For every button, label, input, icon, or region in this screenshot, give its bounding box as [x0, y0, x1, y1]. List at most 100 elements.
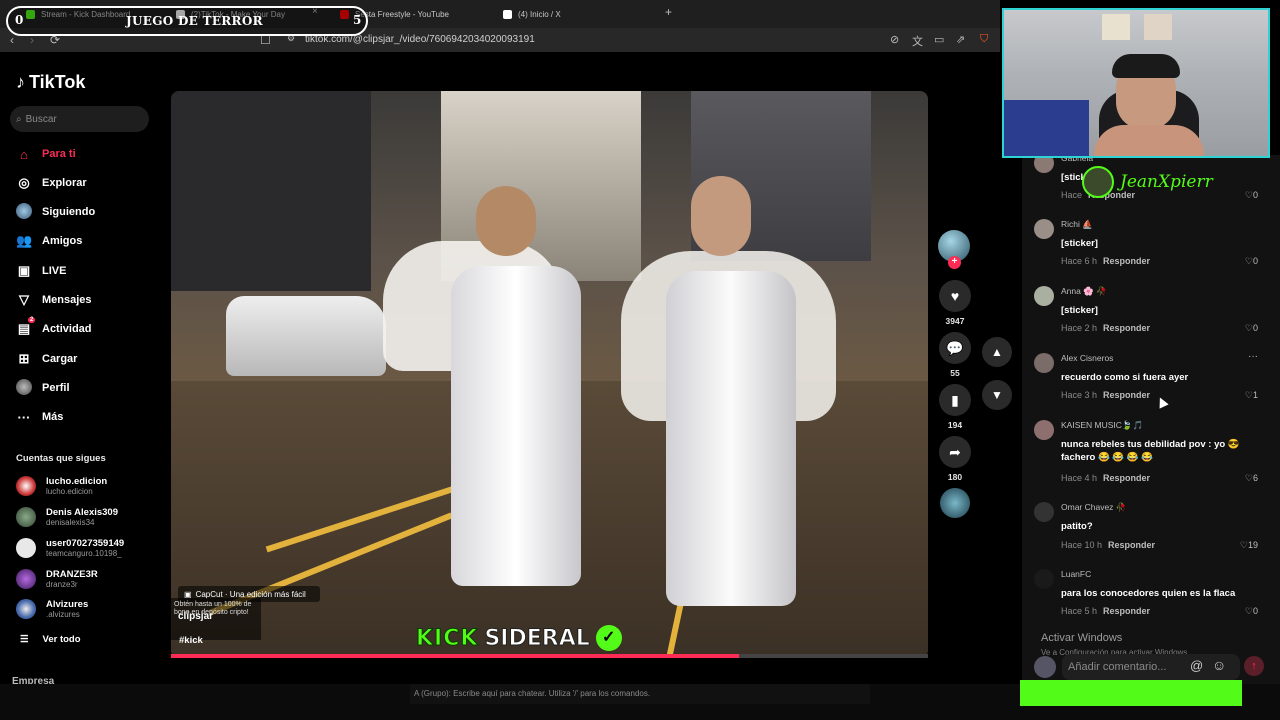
send-comment-button[interactable]: ↑: [1244, 656, 1264, 676]
account-username: lucho.edicion: [46, 487, 93, 496]
nav-label: LIVE: [42, 265, 67, 277]
avatar[interactable]: [1034, 353, 1054, 373]
brave-shield-icon[interactable]: ⛉: [980, 33, 988, 46]
nav-explorar[interactable]: ◎ Explorar: [16, 174, 86, 192]
tiktok-logo[interactable]: ♪ TikTok: [16, 72, 85, 93]
streamer-name: JeanXpierr: [1120, 172, 1213, 192]
nav-mensajes[interactable]: ▽ Mensajes: [16, 291, 92, 309]
video-hashtag[interactable]: #kick: [179, 635, 203, 646]
game-score-overlay: 0 JUEGO DE TERROR 5: [6, 6, 368, 36]
reply-button[interactable]: Responder: [1103, 256, 1150, 266]
stream-chat-input[interactable]: A (Grupo): Escribe aquí para chatear. Ut…: [410, 684, 870, 704]
verified-check-icon: ✓: [595, 625, 622, 651]
tab-x[interactable]: (4) Inicio / X: [503, 4, 561, 24]
avatar[interactable]: [1034, 420, 1054, 440]
comment-user[interactable]: KAISEN MUSIC🍃🎵: [1061, 420, 1143, 431]
nav-label: Siguiendo: [42, 206, 96, 218]
nav-siguiendo[interactable]: Siguiendo: [16, 202, 96, 221]
like-count: 3947: [945, 316, 965, 326]
video-progress-fill[interactable]: [171, 654, 739, 658]
nav-mas[interactable]: ··· Más: [16, 408, 64, 426]
heart-outline-icon[interactable]: ♡: [1245, 323, 1253, 333]
mention-icon[interactable]: @: [1190, 658, 1203, 673]
reply-button[interactable]: Responder: [1108, 540, 1155, 550]
messages-icon: ▽: [19, 292, 29, 307]
previous-video-button[interactable]: ▲: [982, 337, 1012, 367]
reply-button[interactable]: Responder: [1103, 606, 1150, 616]
cast-icon[interactable]: ▭: [934, 33, 944, 46]
share-page-icon[interactable]: ⇗: [956, 33, 965, 46]
follow-plus-icon[interactable]: +: [948, 256, 961, 269]
heart-outline-icon[interactable]: ♡: [1245, 606, 1253, 616]
following-account[interactable]: Denis Alexis309 denisalexis34: [16, 507, 118, 527]
nav-live[interactable]: ▣ LIVE: [16, 262, 67, 280]
bookmark-icon[interactable]: ▮: [939, 384, 971, 416]
account-name: user07027359149: [46, 538, 125, 549]
reply-button[interactable]: Responder: [1103, 390, 1150, 400]
heart-outline-icon[interactable]: ♡: [1245, 256, 1253, 266]
nav-amigos[interactable]: 👥 Amigos: [16, 232, 82, 250]
nav-label: Actividad: [42, 323, 92, 335]
sound-disc-icon[interactable]: [940, 488, 970, 518]
avatar[interactable]: [1034, 286, 1054, 306]
emoji-icon[interactable]: ☺: [1212, 657, 1226, 673]
avatar: [16, 599, 36, 619]
nav-actividad[interactable]: ▤ 2 Actividad: [16, 317, 92, 338]
streamer-name-tag: JeanXpierr: [1082, 166, 1213, 198]
video-author[interactable]: clipsjar: [178, 611, 213, 622]
nav-label: Amigos: [42, 235, 83, 247]
next-video-button[interactable]: ▼: [982, 380, 1012, 410]
account-username: dranze3r: [46, 580, 78, 589]
building-left: [171, 91, 371, 291]
list-icon: ☰: [20, 634, 29, 645]
see-all-button[interactable]: ☰ Ver todo: [20, 634, 81, 645]
tab-label: (4) Inicio / X: [518, 9, 561, 19]
avatar[interactable]: [1034, 502, 1054, 522]
comment-user[interactable]: Omar Chavez 🥀: [1061, 502, 1126, 513]
stream-overlay-banner: [1020, 680, 1242, 706]
like-action[interactable]: ♥ 3947: [938, 280, 972, 326]
streamer-avatar-icon: [1082, 166, 1114, 198]
comment-icon[interactable]: 💬: [939, 332, 971, 364]
nav-perfil[interactable]: Perfil: [16, 378, 70, 397]
comment-action[interactable]: 💬 55: [938, 332, 972, 378]
comment-user[interactable]: LuanFC: [1061, 569, 1091, 579]
share-icon[interactable]: ➦: [939, 436, 971, 468]
heart-icon[interactable]: ♥: [939, 280, 971, 312]
avatar[interactable]: [1034, 219, 1054, 239]
following-account[interactable]: DRANZE3R dranze3r: [16, 569, 98, 589]
tab-label: Sesta Freestyle - YouTube: [355, 9, 449, 19]
translate-icon[interactable]: 文: [912, 33, 923, 49]
new-tab-button[interactable]: +: [665, 5, 672, 19]
nav-para-ti[interactable]: ⌂ Para ti: [16, 145, 76, 163]
heart-outline-icon[interactable]: ♡: [1240, 540, 1248, 550]
heart-outline-icon[interactable]: ♡: [1245, 390, 1253, 400]
heart-outline-icon[interactable]: ♡: [1245, 190, 1253, 200]
compass-icon: ◎: [18, 175, 30, 190]
comment-user[interactable]: Alex Cisneros: [1061, 353, 1113, 363]
comment-time: Hace 5 h: [1061, 606, 1098, 616]
back-icon[interactable]: ‹: [10, 33, 14, 47]
video-player[interactable]: [171, 91, 928, 658]
nav-cargar[interactable]: ⊞ Cargar: [16, 350, 78, 368]
like-count: 1: [1252, 390, 1258, 400]
comment-user[interactable]: Richi ⛵: [1061, 219, 1093, 230]
comment-user[interactable]: Anna 🌸 🥀: [1061, 286, 1107, 297]
upload-icon: ⊞: [18, 351, 30, 366]
comment-item: Richi ⛵ [sticker] Hace 6 h Responder ♡0: [1034, 219, 1264, 269]
nav-label: Más: [42, 411, 64, 423]
reply-button[interactable]: Responder: [1103, 473, 1150, 483]
following-account[interactable]: Alvizures .alvizures: [16, 599, 88, 619]
save-action[interactable]: ▮ 194: [938, 384, 972, 430]
following-account[interactable]: lucho.edicion lucho.edicion: [16, 476, 107, 496]
reader-icon[interactable]: ⊘: [890, 33, 899, 46]
windows-activation-title: Activar Windows: [1041, 632, 1123, 644]
search-input[interactable]: ⌕ Buscar: [10, 106, 149, 132]
heart-outline-icon[interactable]: ♡: [1245, 473, 1253, 483]
reply-button[interactable]: Responder: [1103, 323, 1150, 333]
left-score: 0: [15, 13, 24, 27]
share-action[interactable]: ➦ 180: [938, 436, 972, 482]
see-all-label: Ver todo: [42, 634, 81, 645]
avatar[interactable]: [1034, 569, 1054, 589]
following-account[interactable]: user07027359149 teamcanguro.10198_: [16, 538, 124, 558]
